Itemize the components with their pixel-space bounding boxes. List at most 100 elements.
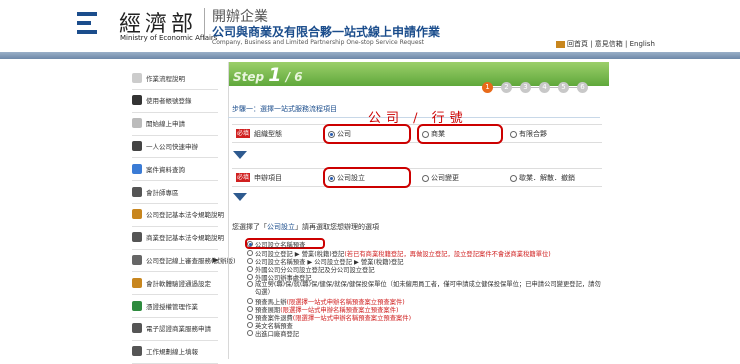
- key-icon: [132, 95, 142, 106]
- radio-icon[interactable]: [247, 258, 253, 264]
- progress-connector: [531, 87, 539, 88]
- search-icon: [132, 163, 142, 174]
- ledger-icon: [132, 186, 142, 197]
- radio-checked-icon[interactable]: [247, 241, 253, 247]
- radio-icon[interactable]: [247, 266, 253, 272]
- org-name-en: Ministry of Economic Affairs: [120, 34, 218, 42]
- sidebar-item-label: 公司登記基本法令規範說明: [146, 211, 224, 220]
- progress-connector: [550, 87, 558, 88]
- radio-icon[interactable]: [247, 250, 253, 256]
- progress-connector: [493, 87, 501, 88]
- step-indicator: Step 1 / 6: [233, 64, 303, 86]
- shield-icon: [132, 300, 142, 311]
- highlight-company: [323, 124, 411, 144]
- step-bar: Step 1 / 6: [229, 62, 609, 86]
- laptop-icon: [132, 254, 142, 265]
- progress-connector: [569, 87, 577, 88]
- sidebar-item[interactable]: 工作規劃線上填報: [132, 340, 218, 364]
- section-title: 步驟一：選擇一站式服務流程項目: [232, 105, 337, 113]
- down-arrow-icon: [233, 151, 247, 159]
- required-badge: 必填: [236, 129, 251, 138]
- sidebar-item[interactable]: 憑證授權管理作業: [132, 294, 218, 318]
- site-header: 經濟部 Ministry of Economic Affairs 開辦企業 公司…: [0, 0, 740, 52]
- apply-item-close[interactable]: 歇業．解散．撤銷: [510, 173, 575, 183]
- sidebar-item-label: 開始線上申請: [146, 120, 185, 129]
- radio-icon[interactable]: [247, 330, 253, 336]
- radio-icon[interactable]: [247, 281, 253, 287]
- service-option-label: 出進口廠商登記: [255, 330, 300, 338]
- sidebar-item-label: 案件資料查詢: [146, 165, 185, 174]
- sidebar-item-label: 作業流程說明: [146, 74, 185, 83]
- sidebar-item[interactable]: 公司登記基本法令規範說明: [132, 203, 224, 227]
- progress-step: 5: [558, 82, 569, 93]
- progress-step: 2: [501, 82, 512, 93]
- apply-item-label: 申辦項目: [254, 174, 282, 182]
- sidebar-item-label: 公司登記線上審查服務(試辦版): [146, 256, 236, 265]
- selection-link[interactable]: 公司設立: [267, 223, 295, 231]
- sidebar-item-label: 會計軟體驗證通過設定: [146, 279, 211, 288]
- apply-item-change[interactable]: 公司變更: [422, 173, 459, 183]
- service-option-note: (限選擇一站式申辦名稱預查案立預查案件): [292, 314, 412, 322]
- sidebar-item[interactable]: 會計師專區: [132, 180, 218, 204]
- service-option[interactable]: 成立勞(職)保/就(職)保/健保/就保/健保投保單位（如未僱用員工者，僅可申請成…: [247, 281, 605, 297]
- sidebar-item-label: 電子認證商業服務申請: [146, 325, 211, 334]
- top-links[interactable]: 回首頁 | 意見信箱 | English: [556, 39, 655, 49]
- sidebar-item[interactable]: 會計軟體驗證通過設定: [132, 271, 218, 296]
- pencil-icon: [132, 346, 142, 357]
- money-bag-icon: [132, 232, 142, 243]
- sidebar-item[interactable]: 使用者帳號登錄: [132, 89, 218, 113]
- required-badge: 必填: [236, 173, 251, 182]
- progress-step: 1: [482, 82, 493, 93]
- sidebar-item[interactable]: 電子認證商業服務申請: [132, 317, 218, 341]
- radio-icon[interactable]: [510, 174, 517, 182]
- sidebar-item-label: 工作規劃線上填報: [146, 348, 198, 357]
- down-arrow-icon: [233, 193, 247, 201]
- service-option[interactable]: 出進口廠商登記: [247, 329, 300, 338]
- header-bar: [0, 52, 740, 59]
- sidebar-item[interactable]: 商業登記基本法令規範說明: [132, 226, 224, 250]
- expand-arrow-icon[interactable]: ▶: [213, 256, 218, 264]
- sidebar-item[interactable]: 公司登記線上審查服務(試辦版) ▶: [132, 248, 236, 273]
- org-type-label: 組織型態: [254, 130, 282, 138]
- apply-item-row: 必填 申辦項目 公司設立 公司變更 歇業．解散．撤銷: [232, 168, 602, 187]
- progress-step: 6: [577, 82, 588, 93]
- highlight-business: [417, 124, 503, 144]
- site-subtitle-en: Company, Business and Limited Partnershi…: [212, 39, 425, 46]
- highlight-setup: [323, 167, 411, 188]
- service-option-label: 公司設立名稱預查: [255, 241, 306, 249]
- site-subtitle: 公司與商業及有限合夥一站式線上申請作業: [212, 25, 441, 39]
- progress-step: 3: [520, 82, 531, 93]
- service-option[interactable]: 外國公司辦事處登記: [247, 273, 312, 282]
- money-bag-icon: [132, 209, 142, 220]
- service-option[interactable]: 公司設立名稱預查: [247, 240, 306, 249]
- sidebar-item[interactable]: 作業流程說明: [132, 66, 218, 90]
- sidebar-item[interactable]: 一人公司快速申辦: [132, 134, 218, 159]
- progress-step: 4: [539, 82, 550, 93]
- progress-connector: [512, 87, 520, 88]
- sidebar-item[interactable]: 開始線上申請: [132, 112, 218, 136]
- moea-logo-icon[interactable]: [77, 12, 97, 34]
- radio-icon[interactable]: [247, 306, 253, 312]
- radio-icon[interactable]: [510, 130, 517, 138]
- sidebar-item[interactable]: 案件資料查詢: [132, 157, 218, 182]
- home-icon[interactable]: [556, 40, 565, 48]
- sidebar-item-label: 使用者帳號登錄: [146, 97, 192, 106]
- software-icon: [132, 277, 142, 288]
- radio-icon[interactable]: [247, 314, 253, 320]
- sidebar-item-label: 一人公司快速申辦: [146, 142, 198, 151]
- radio-icon[interactable]: [247, 322, 253, 328]
- radio-icon[interactable]: [247, 298, 253, 304]
- header-divider: [204, 8, 205, 40]
- radio-icon[interactable]: [247, 274, 253, 280]
- radio-icon[interactable]: [422, 174, 429, 182]
- sidebar-item-label: 憑證授權管理作業: [146, 302, 198, 311]
- pen-icon: [132, 140, 142, 151]
- info-icon: [132, 72, 142, 83]
- selection-hint: 您選擇了「公司設立」請再選取您想辦理的選項: [232, 223, 379, 231]
- document-icon: [132, 118, 142, 129]
- sidebar-item-label: 商業登記基本法令規範說明: [146, 234, 224, 243]
- email-icon: [132, 323, 142, 334]
- service-option-label: 成立勞(職)保/就(職)保/健保/就保/健保投保單位（如未僱用員工者，僅可申請成…: [255, 281, 601, 296]
- sidebar-item-label: 會計師專區: [146, 188, 179, 197]
- org-type-lp[interactable]: 有限合夥: [510, 129, 547, 139]
